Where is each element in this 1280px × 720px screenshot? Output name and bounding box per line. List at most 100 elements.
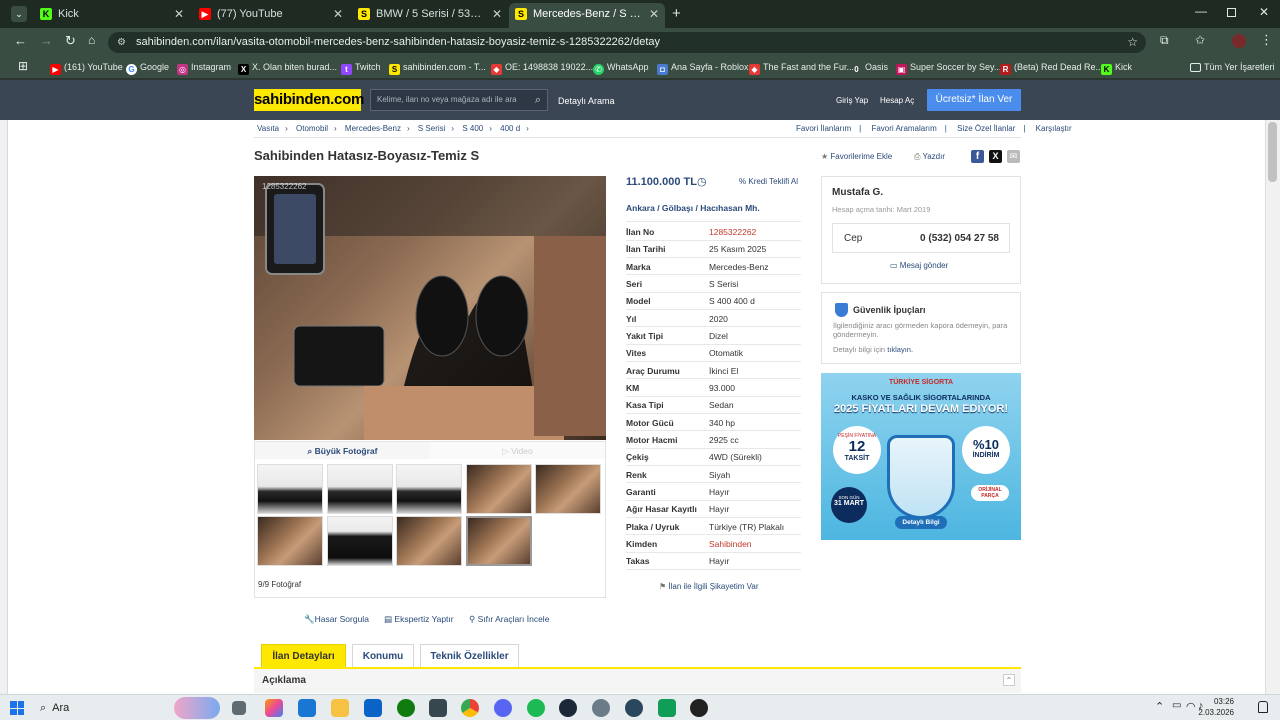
bookmark-fast-furious[interactable]: ◆ The Fast and the Fur... [749,60,854,75]
tab-location[interactable]: Konumu [352,644,414,668]
app-alt-icon[interactable] [690,699,708,717]
maximize-icon[interactable] [1227,8,1236,17]
bookmark-whatsapp[interactable]: ✆ WhatsApp [593,60,649,75]
breadcrumb-item[interactable]: Otomobil [296,124,328,133]
breadcrumb-item[interactable]: 400 d [500,124,520,133]
print-button[interactable]: ⎙ Yazdır [914,152,945,162]
close-window-icon[interactable]: ✕ [1259,5,1269,19]
favorite-searches-link[interactable]: Favori Aramalarım [871,124,936,133]
detailed-search-link[interactable]: Detaylı Arama [558,95,615,107]
tab-listing-details[interactable]: İlan Detayları [261,644,346,668]
settings-icon[interactable] [592,699,610,717]
x-share-icon[interactable]: X [989,150,1002,163]
login-link[interactable]: Giriş Yap [836,95,868,107]
complaint-link[interactable]: ⚑ İlan ile İlgili Şikayetim Var [659,582,759,591]
send-message-link[interactable]: ▭ Mesaj gönder [890,261,948,270]
minimize-icon[interactable]: — [1195,4,1207,18]
steam-alt-icon[interactable] [625,699,643,717]
insurance-ad-banner[interactable]: TÜRKİYE SİGORTA KASKO VE SAĞLIK SİGORTAL… [821,373,1021,540]
bookmark-x[interactable]: X X. Olan biten burad... [238,60,337,75]
app-icon[interactable] [429,699,447,717]
bookmark-twitch[interactable]: t Twitch [341,60,381,75]
bookmark-oe[interactable]: ◆ OE: 1498838 19022... [491,60,593,75]
free-ad-button[interactable]: Ücretsiz* İlan Ver [927,89,1021,111]
network-icon[interactable]: ▭ [1172,700,1181,711]
safety-more-link[interactable]: tıklayın. [887,345,913,354]
bookmark-roblox[interactable]: ◘ Ana Sayfa - Roblox [657,60,749,75]
notification-icon[interactable] [1258,701,1268,713]
all-bookmarks[interactable]: Tüm Yer İşaretleri [1190,60,1275,74]
menu-icon[interactable]: ⋮ [1260,32,1273,48]
bookmark-sahibinden[interactable]: Ssahibinden.com - T... [389,60,486,75]
add-favorite-button[interactable]: ★ Favorilerime Ekle [821,152,892,161]
damage-query-link[interactable]: 🔧Hasar Sorgula [304,614,369,625]
steam-icon[interactable] [559,699,577,717]
ad-cta-button[interactable]: Detaylı Bilgi [895,516,947,529]
profile-avatar[interactable] [1232,34,1246,48]
bookmark-instagram[interactable]: ◎ Instagram [177,60,231,75]
browser-tab-mercedes[interactable]: S Mercedes-Benz / S Serisi / S 40 ✕ [509,3,665,28]
back-icon[interactable]: ← [14,33,27,48]
thumbnail[interactable] [257,464,323,514]
browser-tab-bmw[interactable]: S BMW / 5 Serisi / 530i / Standart ✕ [352,3,508,25]
game-launcher-icon[interactable] [658,699,676,717]
location-city[interactable]: Ankara [626,203,655,213]
bookmark-google[interactable]: G Google [126,60,169,75]
bookmark-youtube[interactable]: ▶ (161) YouTube [50,60,123,75]
xbox-icon[interactable] [397,699,415,717]
location-district[interactable]: Gölbaşı [662,203,693,213]
apps-icon[interactable]: ⊞ [18,59,28,73]
bookmark-oasis[interactable]: 0 Oasis [851,60,888,75]
spotify-icon[interactable] [527,699,545,717]
price-history-icon[interactable]: ◷ [697,175,707,188]
scrollbar-thumb[interactable] [1268,122,1277,182]
close-tab-icon[interactable]: ✕ [174,3,184,25]
facebook-share-icon[interactable]: f [971,150,984,163]
discord-icon[interactable] [494,699,512,717]
search-icon[interactable]: ⌕ [535,90,541,110]
breadcrumb-item[interactable]: Vasıta [257,124,279,133]
chrome-icon[interactable] [461,699,479,717]
thumbnail[interactable] [535,464,601,514]
reload-icon[interactable]: ↻ [65,33,76,49]
task-view-icon[interactable] [232,701,246,715]
breadcrumb-item[interactable]: Mercedes-Benz [345,124,401,133]
close-tab-icon[interactable]: ✕ [649,3,659,25]
site-info-icon[interactable]: ⚙ [117,32,126,53]
thumbnail[interactable] [327,464,393,514]
forward-icon[interactable]: → [40,33,53,48]
new-tab-icon[interactable]: + [672,5,681,22]
seller-name[interactable]: Mustafa G. [832,187,883,198]
main-photo[interactable]: 1285322262 [254,176,606,440]
breadcrumb-item[interactable]: S Serisi [418,124,446,133]
close-tab-icon[interactable]: ✕ [333,3,343,25]
thumbnail[interactable] [257,516,323,566]
special-listings-link[interactable]: Size Özel İlanlar [957,124,1015,133]
thumbnail[interactable] [396,516,462,566]
breadcrumb-item[interactable]: S 400 [462,124,483,133]
extensions-icon[interactable]: ⧉ [1160,33,1169,48]
tray-chevron-icon[interactable]: ⌃ [1155,700,1164,713]
bookmark-star-icon[interactable]: ☆ [1127,32,1138,53]
compare-link[interactable]: Karşılaştır [1036,124,1072,133]
thumbnail[interactable] [466,464,532,514]
collapse-icon[interactable]: ⌃ [1003,674,1015,686]
store-icon[interactable] [298,699,316,717]
bookmark-kick[interactable]: K Kick [1101,60,1132,75]
thumbnail[interactable] [327,516,393,566]
bookmark-red-dead[interactable]: R (Beta) Red Dead Re... [1000,60,1103,75]
close-tab-icon[interactable]: ✕ [492,3,502,25]
favorite-listings-link[interactable]: Favori İlanlarım [796,124,851,133]
search-input[interactable]: Kelime, ilan no veya mağaza adı ile ara … [370,89,548,111]
tab-list-button[interactable]: ⌄ [11,6,27,22]
outlook-icon[interactable] [364,699,382,717]
register-link[interactable]: Hesap Aç [880,95,914,107]
new-cars-link[interactable]: ⚲ Sıfır Araçları İncele [469,614,549,625]
address-bar[interactable]: ⚙ sahibinden.com/ilan/vasita-otomobil-me… [108,32,1146,53]
thumbnail[interactable] [396,464,462,514]
bookmark-super-soccer[interactable]: ▣ Super Soccer by Sey... [896,60,1001,75]
vertical-scrollbar[interactable] [1265,120,1280,694]
start-icon[interactable] [10,701,24,715]
big-photo-button[interactable]: ⌕ Büyük Fotoğraf [255,441,430,459]
browser-tab-kick[interactable]: K Kick ✕ [34,3,190,25]
